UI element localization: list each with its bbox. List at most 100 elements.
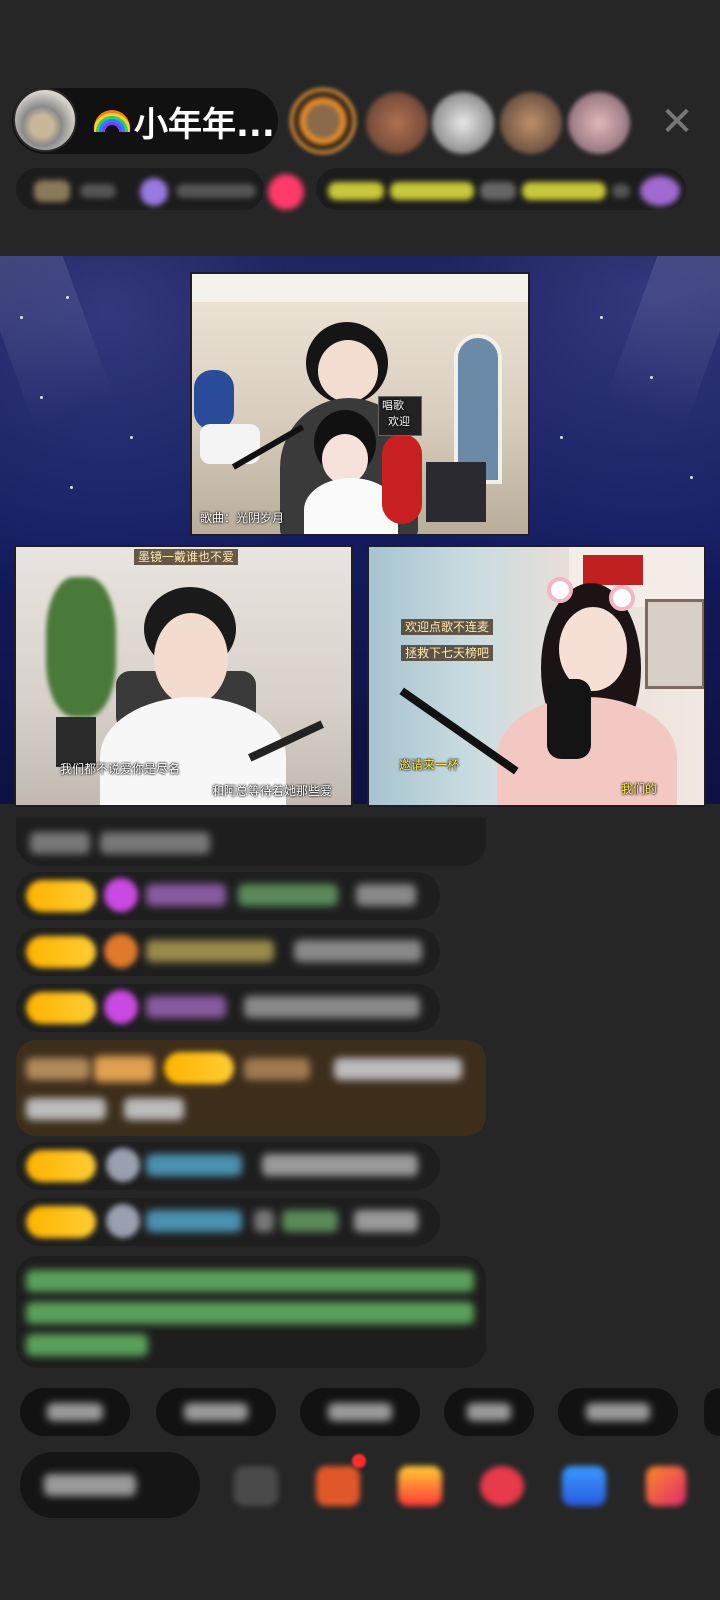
host-name[interactable]: 小年年...: [94, 98, 275, 145]
user-avatar-icon: [106, 1148, 140, 1182]
decor-toy: [194, 370, 234, 430]
rank-text: [612, 184, 630, 198]
viewer-avatar[interactable]: [366, 92, 428, 154]
chat-username: [146, 1154, 242, 1176]
host-face: [318, 340, 378, 402]
quick-reply-button[interactable]: [704, 1388, 720, 1436]
picture-frame: [645, 599, 704, 689]
quick-reply-button[interactable]: [300, 1388, 420, 1436]
user-level-badge: [164, 1052, 234, 1084]
diamond-icon: [104, 878, 138, 912]
gift-icon: [640, 176, 680, 206]
guest-video-left[interactable]: 墨镜一戴谁也不爱 我们都不说爱你是尽名 和阿总等待着她那些爱: [14, 545, 353, 807]
chat-input-placeholder: [44, 1474, 136, 1496]
viewer-avatar[interactable]: [568, 92, 630, 154]
quick-reply-text: [328, 1403, 392, 1421]
user-level-badge: [26, 880, 96, 912]
host-avatar[interactable]: [13, 88, 77, 152]
chat-text: [356, 884, 416, 906]
top-caption: 墨镜一戴谁也不爱: [134, 549, 239, 565]
chat-text: [100, 832, 210, 854]
chat-username: [146, 940, 274, 962]
guest-video-right[interactable]: 欢迎点歌不连麦 拯救下七天榜吧 邀请来一杯 我们的: [367, 545, 706, 807]
quick-reply-button[interactable]: [444, 1388, 534, 1436]
chat-username: [146, 996, 226, 1018]
chat-text: [124, 1098, 184, 1120]
notice-text: [26, 1334, 148, 1356]
chat-text: [334, 1058, 462, 1080]
ceiling: [192, 274, 528, 302]
caption: 欢迎点歌不连麦: [401, 619, 494, 635]
quick-reply-text: [586, 1403, 650, 1421]
bottom-caption: 和阿总等待着她那些爱: [212, 784, 333, 798]
chat-text: [282, 1210, 338, 1232]
game-icon[interactable]: [480, 1466, 524, 1506]
badge-icon: [104, 934, 138, 968]
quick-reply-button[interactable]: [156, 1388, 276, 1436]
lucky-bag-icon[interactable]: [398, 1466, 442, 1506]
close-icon: ✕: [660, 99, 694, 145]
chat-text: [30, 832, 90, 854]
star: [66, 296, 69, 299]
notice-text: [26, 1270, 474, 1292]
plant: [46, 577, 116, 717]
star: [40, 396, 43, 399]
quick-reply-button[interactable]: [20, 1388, 130, 1436]
star: [560, 436, 563, 439]
chat-text: [26, 1058, 90, 1080]
rainbow-icon: [94, 110, 130, 132]
user-level-badge: [26, 936, 96, 968]
star: [690, 476, 693, 479]
star: [70, 486, 73, 489]
quick-reply-text: [184, 1403, 248, 1421]
user-avatar-icon: [106, 1204, 140, 1238]
tag-text: [80, 184, 116, 198]
quick-reply-button[interactable]: [558, 1388, 678, 1436]
heart-icon[interactable]: [268, 174, 304, 210]
ear-headband: [547, 577, 573, 603]
caption: 邀请来一杯: [399, 758, 460, 772]
star: [130, 436, 133, 439]
diamond-icon: [104, 990, 138, 1024]
caption: 拯救下七天榜吧: [401, 645, 494, 661]
rank-text: [390, 182, 474, 200]
microphone: [547, 679, 591, 759]
highlighted-message[interactable]: [16, 1040, 486, 1136]
chat-text: [354, 1210, 418, 1232]
bottom-caption: 我们都不说爱你是尽名: [60, 762, 181, 776]
viewer-avatar[interactable]: [432, 92, 494, 154]
chat-username: [244, 1058, 310, 1080]
tag-icon: [34, 180, 70, 202]
light-beam: [0, 256, 158, 516]
emoji-icon[interactable]: [234, 1466, 278, 1506]
chat-username: [146, 1210, 242, 1232]
poster: [583, 555, 643, 585]
chat-text: [254, 1210, 274, 1232]
cabinet: [426, 462, 486, 522]
close-button[interactable]: ✕: [655, 100, 699, 144]
child-face: [322, 434, 368, 484]
sign-text: 欢迎: [388, 415, 410, 428]
viewer-avatar[interactable]: [290, 88, 356, 154]
decor-toy: [382, 434, 422, 524]
sign-text: 唱歌: [382, 399, 404, 412]
chat-text: [294, 940, 422, 962]
host-video[interactable]: 唱歌 欢迎 歌曲：光阴岁月: [190, 272, 530, 536]
rank-text: [328, 182, 384, 200]
quick-reply-text: [47, 1403, 103, 1421]
rank-text: [522, 182, 606, 200]
chat-input[interactable]: [20, 1452, 200, 1518]
rank-text: [480, 182, 516, 200]
host-name-text: 小年年...: [134, 104, 275, 145]
tag-text: [176, 184, 256, 198]
user-level-badge: [26, 1150, 96, 1182]
viewer-avatar[interactable]: [500, 92, 562, 154]
chat-text: [26, 1098, 106, 1120]
room-tag-row: [16, 168, 686, 216]
gift-box-icon[interactable]: [316, 1466, 360, 1506]
chat-bubble-icon[interactable]: [562, 1466, 606, 1506]
light-beam: [562, 256, 720, 516]
more-icon[interactable]: [646, 1466, 686, 1506]
chat-text: [238, 884, 338, 906]
user-level-badge: [26, 992, 96, 1024]
